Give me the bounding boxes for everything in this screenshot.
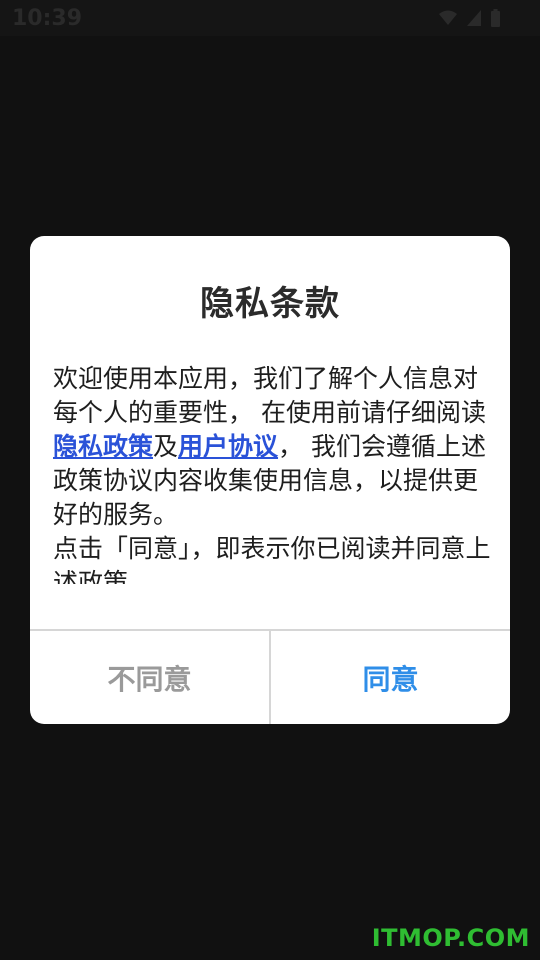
user-agreement-link[interactable]: 用户协议: [178, 432, 278, 461]
and-text: 及: [153, 432, 179, 461]
consent-paragraph: 点击「同意」，即表示你已阅读并同意上述政策: [53, 534, 491, 584]
status-time: 10:39: [12, 6, 83, 31]
agree-button[interactable]: 同意: [271, 631, 510, 724]
wifi-icon: [439, 10, 457, 25]
watermark: ITMOP.COM: [371, 924, 530, 952]
policy-intro-text: 欢迎使用本应用，我们了解个人信息对每个人的重要性， 在使用前请仔细阅读: [53, 364, 486, 427]
status-bar: 10:39: [0, 0, 540, 36]
policy-paragraph: 欢迎使用本应用，我们了解个人信息对每个人的重要性， 在使用前请仔细阅读隐私政策及…: [53, 362, 491, 532]
privacy-dialog: 隐私条款 欢迎使用本应用，我们了解个人信息对每个人的重要性， 在使用前请仔细阅读…: [30, 236, 510, 724]
disagree-button[interactable]: 不同意: [30, 631, 269, 724]
battery-icon: [491, 9, 500, 27]
signal-icon: [467, 10, 481, 26]
status-icons: [439, 8, 500, 28]
dialog-title: 隐私条款: [200, 284, 340, 324]
privacy-policy-link[interactable]: 隐私政策: [53, 432, 153, 461]
dialog-body[interactable]: 欢迎使用本应用，我们了解个人信息对每个人的重要性， 在使用前请仔细阅读隐私政策及…: [53, 362, 491, 584]
